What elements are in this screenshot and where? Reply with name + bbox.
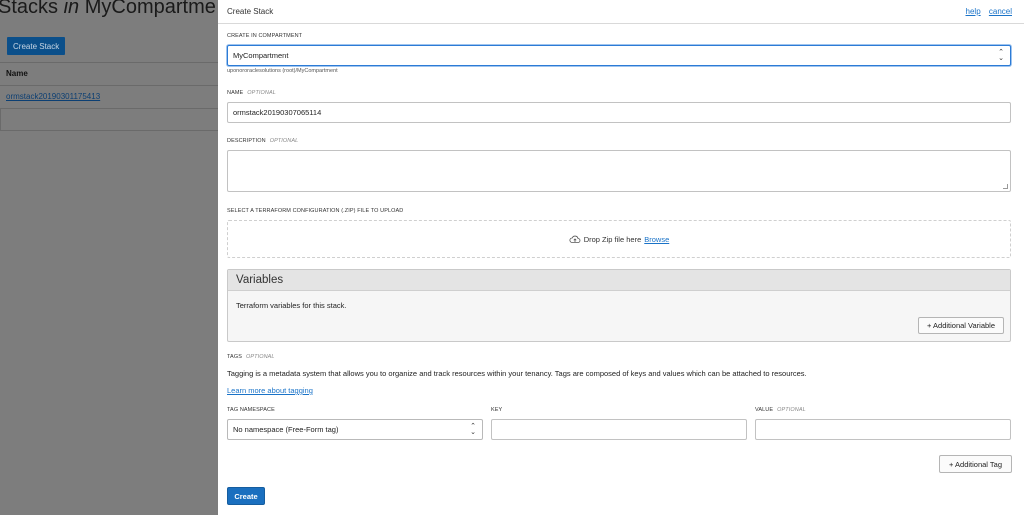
zip-dropzone[interactable]: Drop Zip file here Browse <box>227 220 1011 258</box>
compartment-select[interactable]: MyCompartment ⌃ ⌄ <box>227 45 1011 66</box>
tag-namespace-value: No namespace (Free-Form tag) <box>233 425 339 434</box>
panel-links: help cancel <box>960 7 1012 16</box>
tag-namespace-label: TAG NAMESPACE <box>227 407 275 413</box>
add-tag-button[interactable]: + Additional Tag <box>939 455 1012 473</box>
table-header-name: Name <box>0 63 218 86</box>
variables-title: Variables <box>228 270 1010 291</box>
name-label: NAME OPTIONAL <box>227 90 276 96</box>
add-variable-button[interactable]: + Additional Variable <box>918 317 1004 334</box>
background-page: Stacks in MyCompartme Create Stack Name … <box>0 0 218 515</box>
name-input[interactable]: ormstack20190307065114 <box>227 102 1011 123</box>
description-label: DESCRIPTION OPTIONAL <box>227 138 299 144</box>
tags-label: TAGS OPTIONAL <box>227 354 275 360</box>
name-value: ormstack20190307065114 <box>233 108 322 117</box>
compartment-label: CREATE IN COMPARTMENT <box>227 33 303 39</box>
tags-description: Tagging is a metadata system that allows… <box>227 369 807 378</box>
create-button[interactable]: Create <box>227 487 265 505</box>
select-arrows-icon: ⌃ ⌄ <box>470 422 476 436</box>
table-empty-row <box>0 109 218 131</box>
cancel-link[interactable]: cancel <box>989 7 1012 16</box>
table-row: ormstack20190301175413 <box>0 86 218 109</box>
tag-key-input[interactable] <box>491 419 747 440</box>
select-arrows-icon: ⌃ ⌄ <box>998 48 1004 62</box>
page-title: Stacks in MyCompartme <box>0 0 216 18</box>
resize-grip-icon[interactable] <box>1003 184 1008 189</box>
description-textarea[interactable] <box>227 150 1011 192</box>
panel-header: Create Stack help cancel <box>218 0 1024 24</box>
panel-title: Create Stack <box>227 7 274 16</box>
key-label: KEY <box>491 407 503 413</box>
compartment-hint: uponororaclesolutions (root)/MyCompartme… <box>227 68 338 74</box>
stack-link[interactable]: ormstack20190301175413 <box>6 92 100 101</box>
upload-label: SELECT A TERRAFORM CONFIGURATION (.ZIP) … <box>227 208 404 214</box>
drop-text: Drop Zip file here <box>583 234 642 244</box>
tag-namespace-select[interactable]: No namespace (Free-Form tag) ⌃ ⌄ <box>227 419 483 440</box>
tag-value-input[interactable] <box>755 419 1011 440</box>
create-stack-button[interactable]: Create Stack <box>7 37 66 55</box>
cloud-upload-icon <box>569 235 581 243</box>
browse-link[interactable]: Browse <box>644 235 669 244</box>
stacks-table: Name ormstack20190301175413 <box>0 62 218 131</box>
value-label: VALUE OPTIONAL <box>755 407 806 413</box>
learn-more-tagging-link[interactable]: Learn more about tagging <box>227 386 313 395</box>
variables-section: Variables Terraform variables for this s… <box>227 269 1011 342</box>
variables-description: Terraform variables for this stack. <box>236 301 347 310</box>
help-link[interactable]: help <box>966 7 981 16</box>
create-stack-panel: Create Stack help cancel CREATE IN COMPA… <box>218 0 1024 515</box>
compartment-value: MyCompartment <box>233 51 289 60</box>
